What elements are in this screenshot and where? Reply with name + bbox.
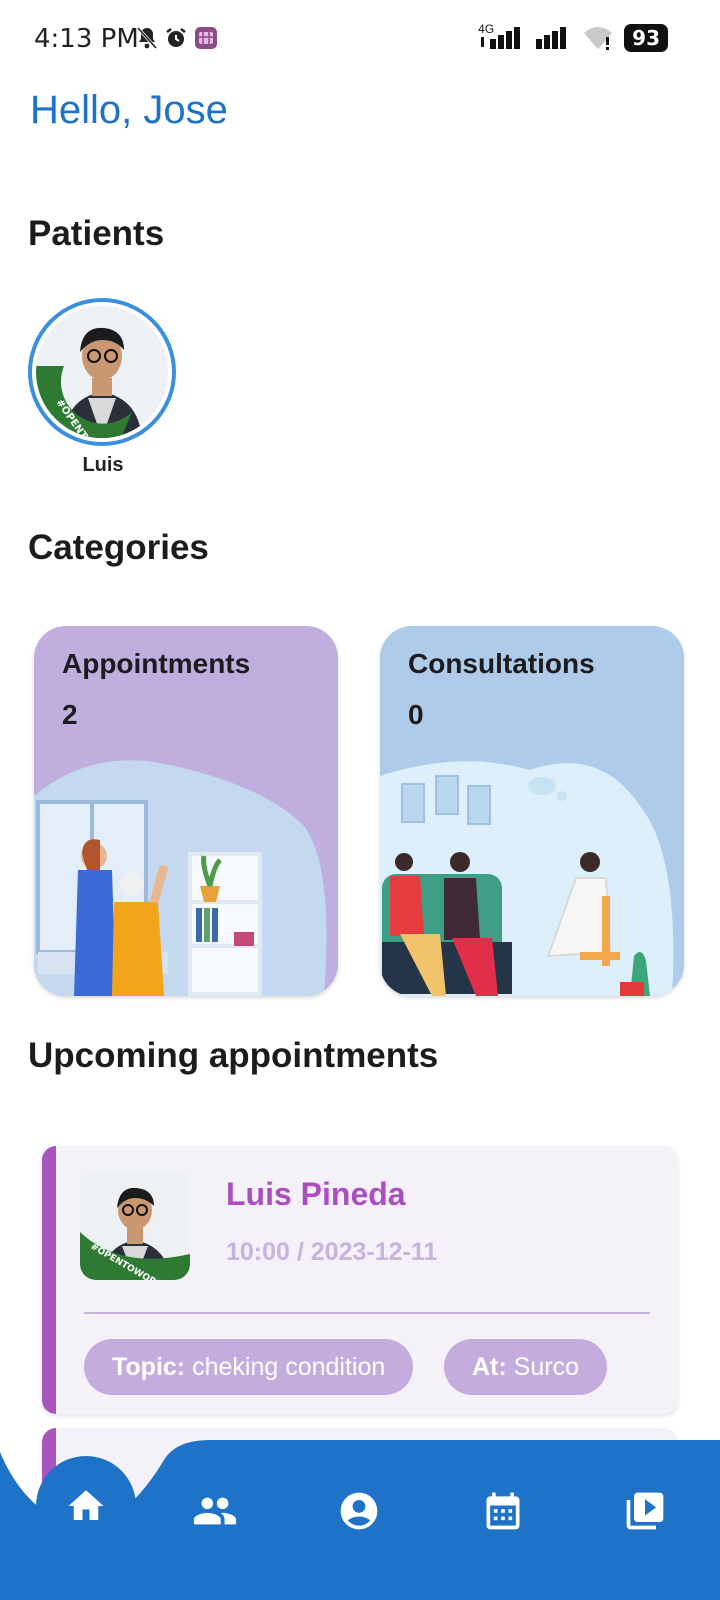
status-system-icons: 4G 93	[478, 22, 668, 52]
avatar: #OPENTOWORK	[36, 306, 168, 438]
category-count: 2	[62, 699, 78, 730]
status-bar: 4:13 PM 4G 93	[0, 0, 720, 80]
topic-chip-value: cheking condition	[192, 1353, 386, 1381]
nav-patients-button[interactable]	[190, 1486, 240, 1536]
category-card-consultations[interactable]: Consultations 0	[380, 626, 684, 996]
cell-signal-icon-2	[536, 27, 567, 49]
bell-off-icon	[136, 26, 158, 50]
avatar: #OPENTOWORK	[80, 1170, 190, 1280]
video-library-icon	[626, 1492, 664, 1530]
appointment-accent-bar	[42, 1146, 56, 1414]
appointment-card[interactable]: #OPENTOWORK Luis Pineda 10:00 / 2023-12-…	[42, 1146, 678, 1414]
categories-title: Categories	[28, 528, 209, 567]
battery-indicator: 93	[624, 24, 668, 52]
network-type-label: 4G	[478, 22, 495, 36]
location-chip-value: Surco	[513, 1353, 579, 1381]
therapy-session-illustration	[380, 761, 674, 996]
nav-profile-button[interactable]	[334, 1486, 384, 1536]
topic-chip: Topic: cheking condition	[84, 1339, 414, 1395]
nav-home-button[interactable]	[36, 1456, 136, 1556]
nav-calendar-button[interactable]	[478, 1486, 528, 1536]
divider	[84, 1312, 650, 1314]
appointment-datetime: 10:00 / 2023-12-11	[226, 1238, 438, 1266]
patient-name: Luis	[82, 454, 124, 476]
location-chip-label: At:	[472, 1353, 507, 1381]
patient-avatar-ring: #OPENTOWORK	[28, 298, 176, 446]
app-notification-icon	[195, 27, 217, 49]
account-icon	[340, 1492, 378, 1530]
category-label: Consultations	[408, 648, 595, 679]
category-label: Appointments	[62, 648, 251, 679]
topic-chip-label: Topic:	[112, 1353, 186, 1381]
alarm-icon	[166, 28, 186, 47]
caregiver-illustration	[34, 760, 327, 996]
location-chip: At: Surco	[444, 1339, 607, 1395]
status-time: 4:13 PM	[34, 24, 139, 54]
patients-title: Patients	[28, 214, 165, 253]
nav-videos-button[interactable]	[620, 1486, 670, 1536]
appointment-patient-name: Luis Pineda	[226, 1176, 406, 1212]
greeting: Hello, Jose	[30, 88, 228, 132]
upcoming-title: Upcoming appointments	[28, 1036, 439, 1075]
calendar-icon	[486, 1492, 520, 1530]
wifi-icon	[584, 27, 613, 50]
category-count: 0	[408, 699, 424, 730]
status-notification-icons	[136, 26, 218, 50]
category-card-appointments[interactable]: Appointments 2	[34, 626, 338, 996]
cell-signal-icon: 4G	[478, 22, 524, 51]
patient-item[interactable]: #OPENTOWORK Luis	[28, 298, 178, 477]
people-icon	[193, 1497, 237, 1525]
home-icon	[68, 1490, 104, 1520]
